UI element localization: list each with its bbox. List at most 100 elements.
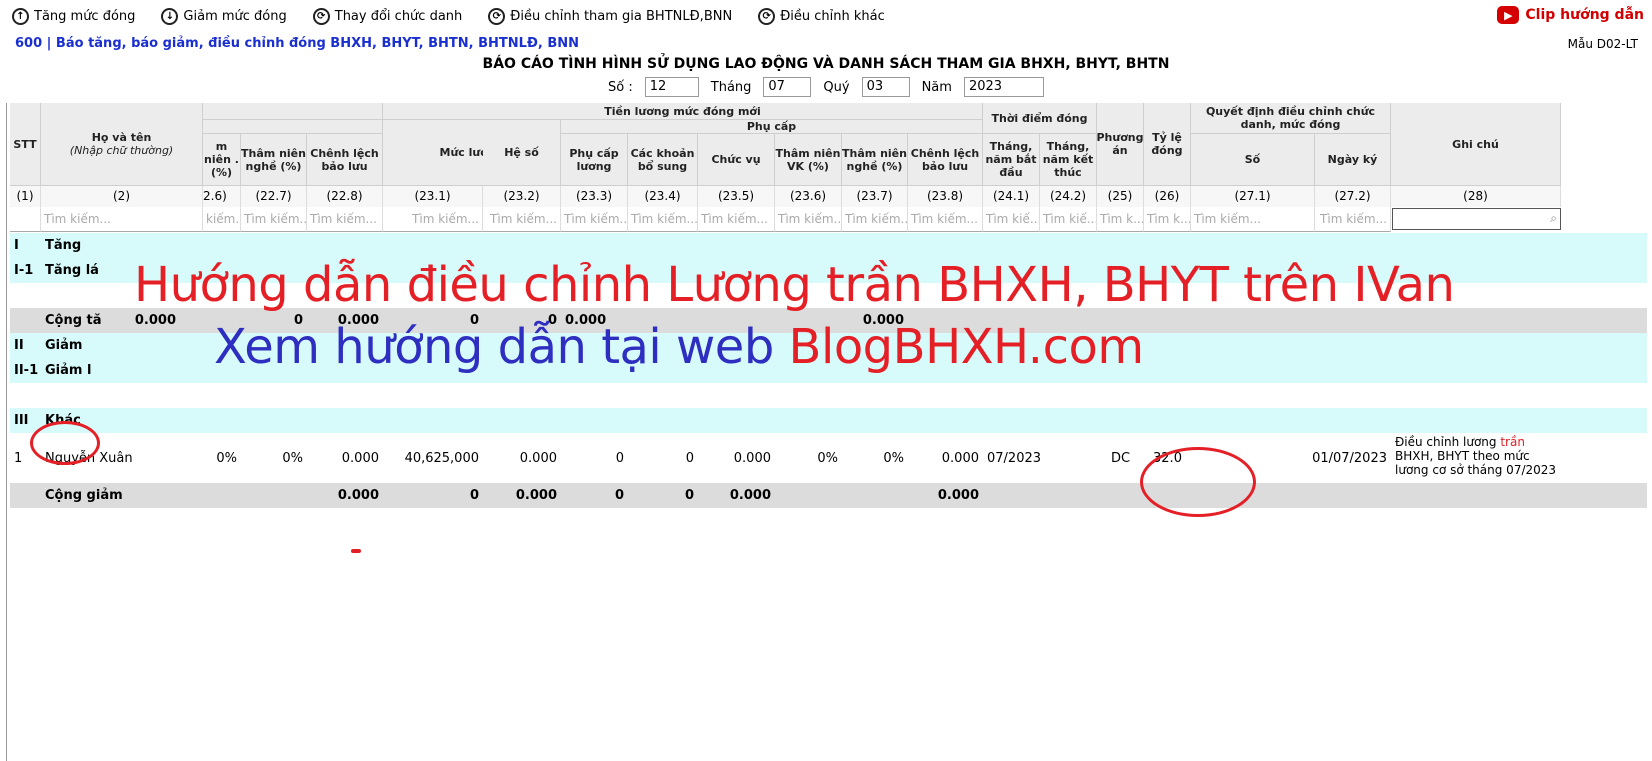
note-text-c: BHXH, BHYT theo mức lương cơ sở tháng 07… [1395, 449, 1557, 477]
filter-23-4[interactable]: Tìm kiếm... [628, 207, 698, 232]
filter-23-7[interactable]: Tìm kiếm... [842, 207, 908, 232]
colnum: (1) [10, 186, 41, 207]
colnum: (23.4) [628, 186, 698, 207]
quy-label: Quý [823, 79, 850, 95]
section-row-other[interactable]: III Khác [10, 408, 1647, 433]
filter-23-6[interactable]: Tìm kiếm... [775, 207, 842, 232]
change-title-label: Thay đổi chức danh [334, 9, 463, 24]
filter-22-7[interactable]: Tìm kiếm... [241, 207, 307, 232]
nam-input[interactable]: 2023 [963, 77, 1044, 97]
colnum: (23.8) [908, 186, 983, 207]
row-name: Giảm l [45, 363, 92, 378]
colnum: (23.3) [561, 186, 628, 207]
filter-25[interactable]: Tìm k... [1097, 207, 1144, 232]
filter-name[interactable]: Tìm kiếm... [41, 207, 203, 232]
header-24-1: Tháng, năm bắt đầu [983, 134, 1040, 186]
header-new-salary: Tiền lương mức đóng mới [383, 103, 983, 120]
header-payment-time: Thời điểm đóng [983, 103, 1097, 134]
row-stt: I-1 [14, 263, 34, 278]
colnum: (25) [1097, 186, 1144, 207]
empty-row [10, 383, 1647, 408]
refresh-icon: ⟳ [758, 8, 776, 25]
adjust-bhtnld-button[interactable]: ⟳ Điều chỉnh tham gia BHTNLĐ,BNN [488, 8, 732, 25]
header-group-left-sub [203, 120, 383, 134]
refresh-icon: ⟳ [488, 8, 506, 25]
annotation-circle-khac [30, 421, 100, 465]
colnum: (2) [41, 186, 203, 207]
header-name-note: (Nhập chữ thường) [69, 144, 174, 157]
change-title-button[interactable]: ⟳ Thay đổi chức danh [312, 8, 463, 25]
row-name: Cộng giảm [45, 488, 123, 503]
filter-23-8[interactable]: Tìm kiếm... [908, 207, 983, 232]
filter-26[interactable]: Tìm k... [1144, 207, 1191, 232]
cell-23-2: 0.000 [519, 450, 557, 466]
header-23-4: Các khoản bổ sung [628, 134, 698, 186]
overlay-caption-link-text: Xem hướng dẫn tại web [214, 319, 789, 375]
filter-23-3[interactable]: Tìm kiếm... [561, 207, 628, 232]
total-row-decrease: Cộng giảm 0.000 0 0.000 0 0 0.000 0.000 [10, 483, 1647, 508]
total-value: 0.000 [729, 488, 771, 503]
filter-23-5[interactable]: Tìm kiếm... [698, 207, 775, 232]
thang-input[interactable]: 07 [763, 77, 812, 97]
filter-row: Tìm kiếm... kiếm... Tìm kiếm... Tìm kiếm… [10, 207, 1561, 232]
grid-left-border [6, 103, 7, 761]
colnum: (22.8) [307, 186, 383, 207]
filter-27-1[interactable]: Tìm kiếm... [1191, 207, 1315, 232]
filter-27-2[interactable]: Tìm kiếm... [1315, 207, 1391, 232]
quy-input[interactable]: 03 [861, 77, 910, 97]
colnum: (28) [1391, 186, 1561, 207]
form-number: Mẫu D02-LT [1567, 37, 1638, 51]
decrease-contribution-button[interactable]: ↓ Giảm mức đóng [161, 8, 287, 25]
cell-22-8: 0.000 [341, 450, 379, 466]
colnum: 2.6) [203, 186, 241, 207]
row-stt: I [14, 238, 19, 253]
up-arrow-icon: ↑ [12, 8, 29, 25]
row-name: Giảm [45, 338, 83, 353]
video-icon: ▶ [1497, 6, 1520, 24]
row-stt: II-1 [14, 363, 39, 378]
colnum: (24.1) [983, 186, 1040, 207]
header-group-left [203, 103, 383, 120]
row-name: Tăng lá [45, 263, 99, 278]
total-value: 0.000 [515, 488, 557, 503]
overlay-caption-site: BlogBHXH.com [788, 319, 1145, 375]
overlay-caption-title: Hướng dẫn điều chỉnh Lương trần BHXH, BH… [134, 257, 1455, 313]
filter-24-1[interactable]: Tìm kiế... [983, 207, 1040, 232]
filter-23-1[interactable]: Tìm kiếm... [383, 207, 483, 232]
increase-contribution-button[interactable]: ↑ Tăng mức đóng [12, 8, 135, 25]
so-label: Số : [608, 79, 633, 95]
header-23-2: Hệ số [483, 120, 561, 186]
column-number-row: (1) (2) 2.6) (22.7) (22.8) (23.1) (23.2)… [10, 186, 1561, 207]
header-23-6: Thâm niên VK (%) [775, 134, 842, 186]
total-value: 0 [614, 488, 624, 503]
so-input[interactable]: 12 [644, 77, 699, 97]
header-26: Tỷ lệ đóng [1144, 103, 1191, 186]
filter-stt[interactable] [10, 207, 41, 232]
other-adjustment-button[interactable]: ⟳ Điều chỉnh khác [758, 8, 885, 25]
down-arrow-icon: ↓ [161, 8, 179, 25]
other-adjustment-label: Điều chỉnh khác [780, 9, 885, 24]
cell-note: Điều chỉnh lương trần BHXH, BHYT theo mứ… [1391, 433, 1563, 483]
filter-22-8[interactable]: Tìm kiếm... [307, 207, 383, 232]
cell-23-7: 0% [883, 450, 904, 466]
header-note: Ghi chú [1391, 103, 1561, 186]
filter-22-6[interactable]: kiếm... [203, 207, 241, 232]
filter-23-2[interactable]: Tìm kiếm... [483, 207, 561, 232]
clip-guide-button[interactable]: ▶ Clip hướng dẫn [1497, 6, 1644, 24]
cell-23-6: 0% [817, 450, 838, 466]
colnum: (26) [1144, 186, 1191, 207]
colnum: (23.7) [842, 186, 908, 207]
cell-22-7: 0% [282, 450, 303, 466]
filter-note-input[interactable]: ⌕ [1392, 208, 1561, 230]
header-23-7: Thâm niên nghề (%) [842, 134, 908, 186]
total-value: 0 [469, 488, 479, 503]
section-row-increase[interactable]: I Tăng [10, 233, 1647, 258]
table-row[interactable]: 1 Nguyễn Xuân 0% 0% 0.000 40,625,000 0.0… [10, 433, 1647, 483]
overlay-caption-link: Xem hướng dẫn tại web BlogBHXH.com [214, 319, 1144, 375]
total-value: 0.000 [937, 488, 979, 503]
filter-24-2[interactable]: Tìm kiế... [1040, 207, 1097, 232]
colnum: (27.2) [1315, 186, 1391, 207]
header-stt: STT [10, 103, 41, 186]
total-value: 0 [684, 488, 694, 503]
cell-23-8: 0.000 [941, 450, 979, 466]
